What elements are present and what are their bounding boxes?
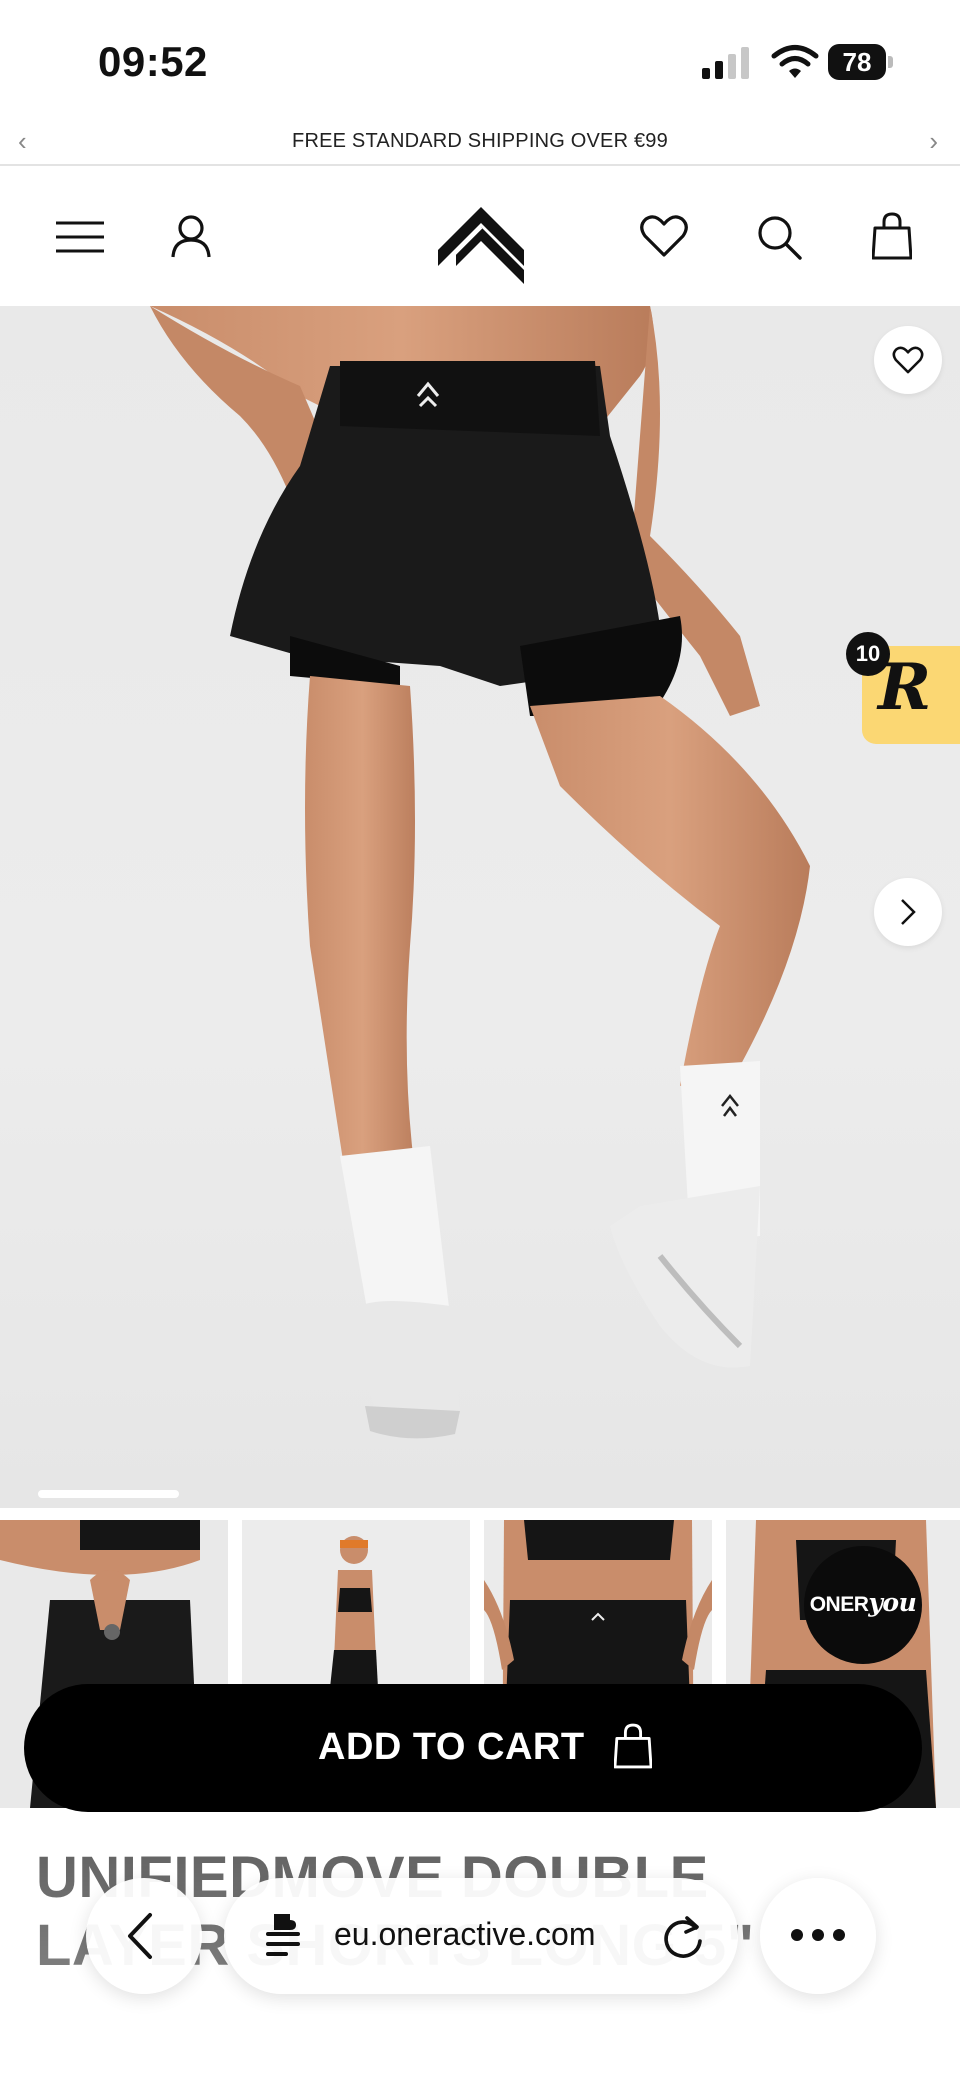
more-icon [791,1929,845,1941]
oneryou-badge[interactable]: ONERyou [804,1546,922,1664]
browser-more-button[interactable] [760,1878,876,1994]
chevron-left-icon [128,1913,152,1959]
page-menu-icon[interactable] [260,1912,308,1960]
heart-icon[interactable] [640,214,688,258]
brand-logo[interactable] [436,192,526,284]
status-bar: 09:52 78 [0,0,960,120]
product-photo [150,306,810,1439]
heart-icon [892,346,924,374]
next-image-button[interactable] [874,878,942,946]
rewards-count-badge: 10 [846,632,890,676]
oneryou-suffix: you [868,1588,917,1617]
bag-icon[interactable] [872,212,912,260]
chevron-right-icon [901,899,916,925]
bag-icon [614,1723,652,1769]
search-icon[interactable] [756,214,802,260]
signal-icon [702,47,749,79]
chevron-right-icon[interactable]: › [929,126,938,157]
product-image-carousel[interactable] [0,306,960,1508]
account-icon[interactable] [170,214,212,258]
browser-address-bar[interactable]: eu.oneractive.com [224,1878,738,1994]
status-time: 09:52 [98,38,208,85]
add-to-cart-button[interactable]: ADD TO CART [24,1684,922,1812]
carousel-progress [38,1490,922,1498]
battery-level: 78 [828,44,886,80]
browser-back-button[interactable] [86,1878,202,1994]
wishlist-button[interactable] [874,326,942,394]
oneryou-prefix: ONER [809,1593,869,1616]
menu-icon[interactable] [54,220,106,254]
promo-banner: ‹ FREE STANDARD SHIPPING OVER €99 › [0,120,960,166]
battery-icon: 78 [828,44,894,80]
carousel-progress-fill [38,1490,179,1498]
url-text[interactable]: eu.oneractive.com [334,1916,595,1953]
reload-icon[interactable] [660,1914,706,1960]
promo-text: FREE STANDARD SHIPPING OVER €99 [292,130,668,152]
add-to-cart-label: ADD TO CART [318,1726,585,1768]
site-header [0,168,960,306]
wifi-icon [771,45,819,78]
